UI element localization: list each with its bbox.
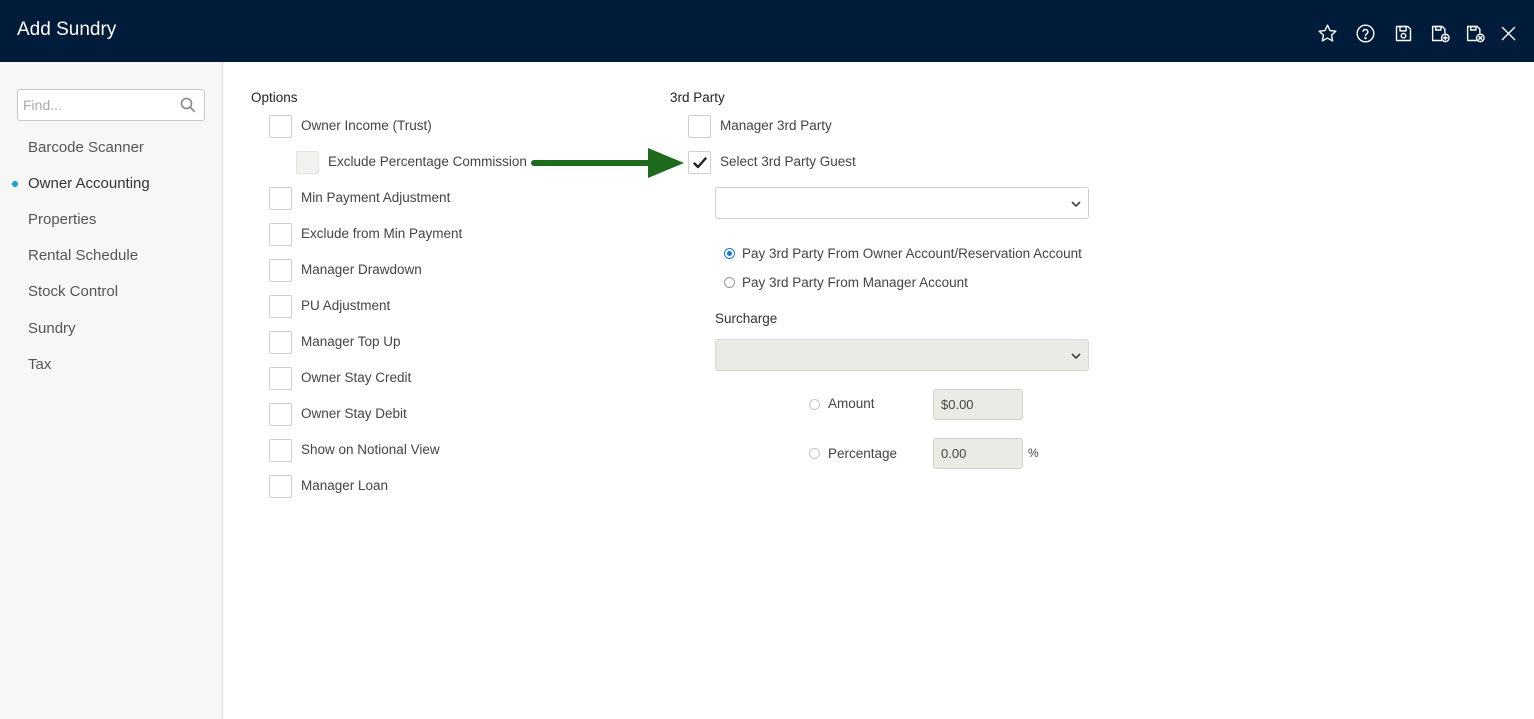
manager-drawdown-label: Manager Drawdown bbox=[301, 262, 422, 277]
manager-3rd-party-label: Manager 3rd Party bbox=[720, 118, 832, 133]
chevron-down-icon bbox=[1070, 197, 1082, 209]
min-payment-adjustment-label: Min Payment Adjustment bbox=[301, 190, 451, 205]
select-3rd-party-guest-label: Select 3rd Party Guest bbox=[720, 154, 856, 169]
percentage-input bbox=[933, 438, 1023, 469]
pay-from-manager-account-radio[interactable] bbox=[724, 277, 735, 288]
third-party-heading: 3rd Party bbox=[670, 90, 725, 105]
percentage-label: Percentage bbox=[828, 446, 898, 461]
sidebar-item-stock-control[interactable]: Stock Control bbox=[28, 283, 118, 300]
star-icon[interactable] bbox=[1316, 22, 1338, 44]
manager-3rd-party-checkbox[interactable] bbox=[688, 115, 711, 138]
title-bar: Add Sundry bbox=[0, 0, 1534, 62]
help-icon[interactable] bbox=[1354, 22, 1376, 44]
window-title: Add Sundry bbox=[17, 19, 117, 40]
active-indicator-dot bbox=[12, 181, 18, 187]
owner-income-checkbox[interactable] bbox=[269, 115, 292, 138]
pu-adjustment-label: PU Adjustment bbox=[301, 298, 391, 313]
manager-top-up-label: Manager Top Up bbox=[301, 334, 401, 349]
save-icon[interactable] bbox=[1392, 22, 1414, 44]
save-and-close-icon[interactable] bbox=[1464, 22, 1486, 44]
exclude-from-min-payment-checkbox[interactable] bbox=[269, 223, 292, 246]
save-and-new-icon[interactable] bbox=[1429, 22, 1451, 44]
manager-loan-label: Manager Loan bbox=[301, 478, 389, 493]
owner-stay-credit-checkbox[interactable] bbox=[269, 367, 292, 390]
manager-loan-checkbox[interactable] bbox=[269, 475, 292, 498]
show-on-notional-view-checkbox[interactable] bbox=[269, 439, 292, 462]
pay-from-owner-account-label: Pay 3rd Party From Owner Account/Reserva… bbox=[742, 246, 1082, 261]
sidebar: Barcode Scanner Owner Accounting Propert… bbox=[0, 62, 223, 719]
percent-symbol: % bbox=[1028, 446, 1039, 460]
manager-top-up-checkbox[interactable] bbox=[269, 331, 292, 354]
sidebar-item-barcode-scanner[interactable]: Barcode Scanner bbox=[28, 139, 144, 156]
sidebar-item-properties[interactable]: Properties bbox=[28, 211, 96, 228]
pay-from-owner-account-radio[interactable] bbox=[724, 248, 735, 259]
sidebar-item-rental-schedule[interactable]: Rental Schedule bbox=[28, 247, 138, 264]
close-icon[interactable] bbox=[1497, 22, 1519, 44]
min-payment-adjustment-checkbox[interactable] bbox=[269, 187, 292, 210]
surcharge-label: Surcharge bbox=[715, 311, 778, 326]
amount-input bbox=[933, 389, 1023, 420]
pay-from-manager-account-label: Pay 3rd Party From Manager Account bbox=[742, 275, 968, 290]
pu-adjustment-checkbox[interactable] bbox=[269, 295, 292, 318]
owner-stay-debit-checkbox[interactable] bbox=[269, 403, 292, 426]
sidebar-item-tax[interactable]: Tax bbox=[28, 356, 51, 373]
percentage-radio bbox=[809, 448, 820, 459]
search-input[interactable] bbox=[18, 90, 176, 120]
select-3rd-party-guest-checkbox[interactable] bbox=[688, 151, 711, 174]
manager-drawdown-checkbox[interactable] bbox=[269, 259, 292, 282]
owner-stay-credit-label: Owner Stay Credit bbox=[301, 370, 412, 385]
sidebar-search bbox=[17, 89, 205, 121]
amount-radio bbox=[809, 399, 820, 410]
sidebar-item-owner-accounting[interactable]: Owner Accounting bbox=[28, 175, 150, 192]
amount-label: Amount bbox=[828, 396, 875, 411]
exclude-percentage-commission-checkbox bbox=[296, 151, 319, 174]
sidebar-item-sundry[interactable]: Sundry bbox=[28, 320, 76, 337]
checkmark-icon bbox=[693, 157, 707, 169]
options-heading: Options bbox=[251, 90, 298, 105]
owner-stay-debit-label: Owner Stay Debit bbox=[301, 406, 407, 421]
owner-income-label: Owner Income (Trust) bbox=[301, 118, 432, 133]
chevron-down-icon bbox=[1070, 349, 1082, 361]
exclude-percentage-commission-label: Exclude Percentage Commission bbox=[328, 154, 527, 169]
guest-select[interactable] bbox=[715, 187, 1089, 219]
surcharge-select bbox=[715, 339, 1089, 371]
annotation-arrow-icon bbox=[531, 148, 684, 178]
search-icon[interactable] bbox=[180, 97, 196, 113]
show-on-notional-view-label: Show on Notional View bbox=[301, 442, 440, 457]
exclude-from-min-payment-label: Exclude from Min Payment bbox=[301, 226, 463, 241]
